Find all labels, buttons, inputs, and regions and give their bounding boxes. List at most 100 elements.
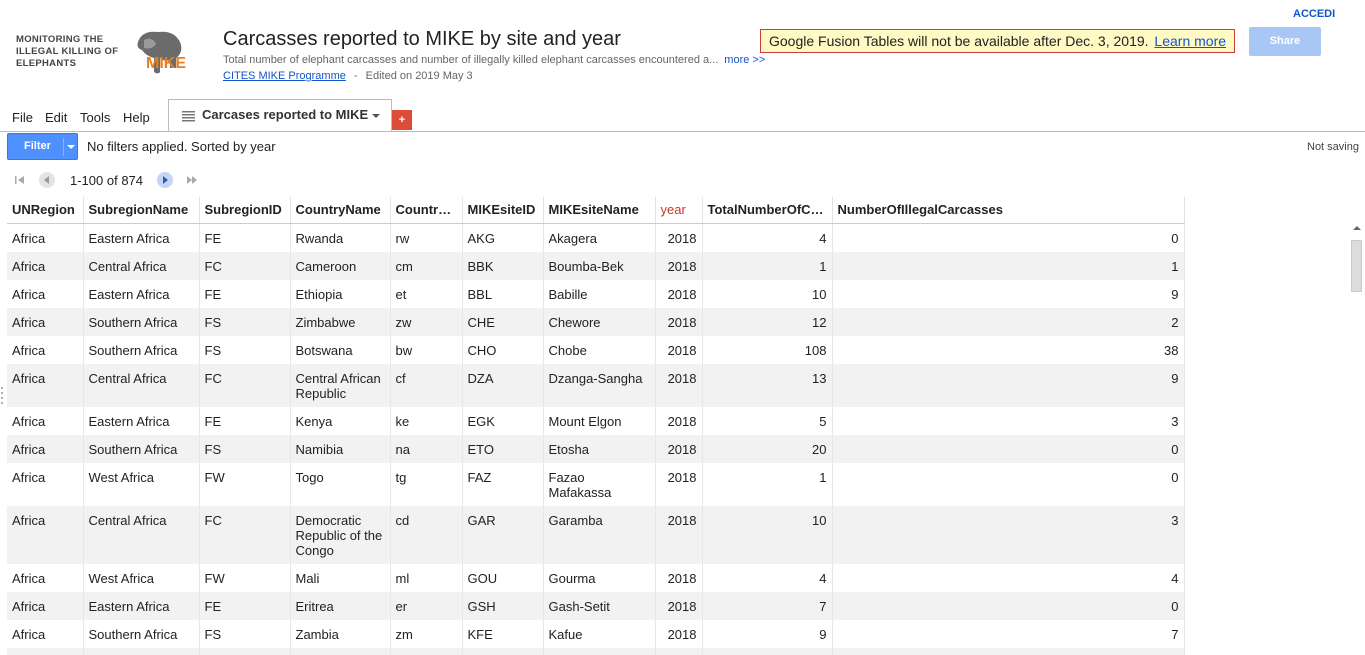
table-cell[interactable]: 2018 [655,462,703,506]
table-cell[interactable]: 2018 [655,647,703,655]
table-cell[interactable]: Akagera [543,223,656,252]
table-cell[interactable]: 38 [832,335,1185,364]
table-cell[interactable]: Gash-Setit [543,591,656,620]
table-cell[interactable]: West Africa [83,462,200,506]
table-cell[interactable]: 2018 [655,563,703,592]
table-cell[interactable]: Southern Africa [83,619,200,648]
table-cell[interactable]: 2018 [655,619,703,648]
table-cell[interactable]: BBL [462,279,544,308]
table-cell[interactable]: FS [199,619,291,648]
chevron-down-icon[interactable] [372,114,380,118]
table-row[interactable]: Africa West Africa FW Mali ml GOU Gourma 2018 4 4 [7,563,1185,592]
last-page-icon[interactable] [184,172,200,188]
table-cell[interactable]: 2018 [655,223,703,252]
column-header-totalcarcasses[interactable]: TotalNumberOfC… [702,197,833,224]
table-cell[interactable]: 20 [702,434,833,463]
table-row[interactable]: AfricaSouthern AfricaFSSouth AfricazaKRU… [7,647,1185,655]
sign-in-link[interactable]: ACCEDI [1293,8,1335,20]
table-cell[interactable]: FS [199,647,291,655]
column-header-illegalcarcasses[interactable]: NumberOfIllegalCarcasses [832,197,1185,224]
table-cell[interactable]: Africa [7,223,84,252]
table-cell[interactable]: Africa [7,251,84,280]
table-cell[interactable]: FAZ [462,462,544,506]
table-cell[interactable]: CHE [462,307,544,336]
table-row[interactable]: Africa Southern Africa FS Botswana bw CHO Chob… [7,335,1185,364]
table-cell[interactable]: 7 [702,591,833,620]
table-cell[interactable]: Rwanda [290,223,391,252]
table-cell[interactable]: 2018 [655,505,703,564]
table-cell[interactable]: Eastern Africa [83,591,200,620]
table-cell[interactable]: 10 [702,279,833,308]
table-cell[interactable]: et [390,279,463,308]
column-header-mikesitename[interactable]: MIKEsiteName [543,197,656,224]
next-page-icon[interactable] [157,172,173,188]
column-header-countrycode[interactable]: Countr… [390,197,463,224]
table-row[interactable]: Africa Eastern Africa FE Eritrea er GSH Gash-S… [7,591,1185,620]
table-cell[interactable]: KRU [462,647,544,655]
table-cell[interactable]: Gourma [543,563,656,592]
table-cell[interactable]: Ethiopia [290,279,391,308]
table-cell[interactable]: 0 [832,591,1185,620]
table-cell[interactable]: Zimbabwe [290,307,391,336]
table-cell[interactable]: 9 [702,619,833,648]
table-cell[interactable]: 2018 [655,307,703,336]
table-row[interactable]: Africa Central Africa FC Cameroon cm BBK Boumb… [7,251,1185,280]
scroll-thumb[interactable] [1351,240,1362,292]
column-header-subregionname[interactable]: SubregionName [83,197,200,224]
table-cell[interactable]: Central Africa [83,363,200,407]
table-cell[interactable]: FW [199,563,291,592]
table-cell[interactable]: Africa [7,462,84,506]
table-cell[interactable]: 12 [702,307,833,336]
table-cell[interactable]: 2018 [655,335,703,364]
column-header-year[interactable]: year [655,197,703,224]
table-cell[interactable]: FC [199,363,291,407]
table-cell[interactable]: 4 [702,563,833,592]
table-cell[interactable]: Africa [7,505,84,564]
table-cell[interactable]: ke [390,406,463,435]
table-cell[interactable]: 2 [832,307,1185,336]
table-cell[interactable]: West Africa [83,563,200,592]
table-cell[interactable]: South Africa [290,647,391,655]
table-cell[interactable]: 1 [702,462,833,506]
table-cell[interactable]: 2018 [655,279,703,308]
table-cell[interactable]: Africa [7,363,84,407]
column-header-mikesiteid[interactable]: MIKEsiteID [462,197,544,224]
column-header-subregionid[interactable]: SubregionID [199,197,291,224]
table-cell[interactable]: BBK [462,251,544,280]
table-cell[interactable]: tg [390,462,463,506]
table-cell[interactable]: Eritrea [290,591,391,620]
table-cell[interactable]: FE [199,223,291,252]
table-cell[interactable]: ETO [462,434,544,463]
table-cell[interactable]: Africa [7,406,84,435]
owner-link[interactable]: CITES MIKE Programme [223,70,346,82]
table-cell[interactable]: er [390,591,463,620]
table-cell[interactable]: Cameroon [290,251,391,280]
table-cell[interactable]: FS [199,335,291,364]
table-cell[interactable]: 5 [702,406,833,435]
table-cell[interactable]: Kruger [543,647,656,655]
table-cell[interactable]: Africa [7,591,84,620]
table-cell[interactable]: Botswana [290,335,391,364]
menu-edit[interactable]: Edit [45,110,67,125]
column-header-countryname[interactable]: CountryName [290,197,391,224]
table-cell[interactable]: zm [390,619,463,648]
table-cell[interactable]: Africa [7,335,84,364]
table-cell[interactable]: 2018 [655,406,703,435]
table-cell[interactable]: 4 [702,223,833,252]
table-cell[interactable]: 7 [832,619,1185,648]
mike-logo[interactable]: MONITORING THE ILLEGAL KILLING OF ELEPHA… [10,30,195,78]
table-cell[interactable]: 9 [832,363,1185,407]
table-row[interactable]: Africa West Africa FW Togo tg FAZ Fazao Mafaka… [7,462,1185,506]
table-cell[interactable]: 1 [702,251,833,280]
table-cell[interactable]: Zambia [290,619,391,648]
table-cell[interactable]: 0 [832,223,1185,252]
table-cell[interactable]: Southern Africa [83,434,200,463]
table-cell[interactable]: 108 [702,335,833,364]
table-cell[interactable]: 194 [702,647,833,655]
table-cell[interactable]: GSH [462,591,544,620]
table-cell[interactable]: bw [390,335,463,364]
table-cell[interactable]: 2018 [655,591,703,620]
table-row[interactable]: Africa Central Africa FC Democratic Republi… [7,505,1185,564]
vertical-scrollbar[interactable] [1349,224,1365,655]
table-cell[interactable]: Boumba-Bek [543,251,656,280]
